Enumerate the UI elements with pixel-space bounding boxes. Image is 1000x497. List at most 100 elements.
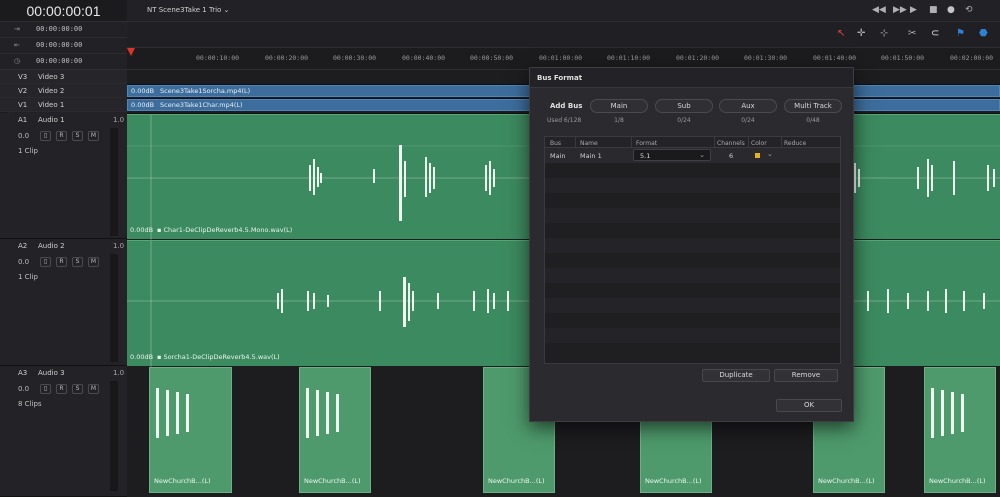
clip-count: 1 Clip (18, 273, 38, 281)
add-main-bus-button[interactable]: Main (590, 99, 648, 113)
record-button[interactable]: R (56, 131, 67, 141)
bus-usage: Used 6/128 (547, 117, 582, 124)
ruler-tick: 00:01:00:00 (539, 54, 583, 62)
clip-name: ▪ Sorcha1-DeClipDeReverb4.5.wav(L) (157, 353, 280, 361)
name-cell[interactable]: Main 1 (580, 152, 602, 160)
lock-button[interactable]: ▯ (40, 384, 51, 394)
in-point-value: 00:00:00:00 (36, 25, 83, 33)
track-name[interactable]: Audio 3 (38, 369, 65, 377)
play-icon[interactable]: ▶ (910, 5, 917, 15)
track-header-a2[interactable]: A2 Audio 2 1.0 0.0 ▯ R S M 1 Clip (0, 239, 127, 366)
flag-icon[interactable]: ⚑ (956, 28, 965, 39)
column-header: Name (580, 140, 598, 147)
solo-button[interactable]: S (72, 131, 83, 141)
track-header-v1[interactable]: V1 Video 1 (0, 98, 127, 112)
add-sub-bus-button[interactable]: Sub (655, 99, 713, 113)
ruler-tick: 00:01:30:00 (744, 54, 788, 62)
loop-icon[interactable]: ⟲ (965, 5, 973, 15)
clip-gain: 0.00dB (131, 101, 155, 109)
trim-tool-icon[interactable]: ⊹ (880, 28, 888, 39)
ruler-tick: 00:00:50:00 (470, 54, 514, 62)
timecode-display: 00:00:00:01 (0, 0, 127, 22)
track-channel-type: 1.0 (113, 242, 125, 250)
add-bus-label: Add Bus (550, 102, 583, 110)
clip-count: 1 Clip (18, 147, 38, 155)
pointer-tool-icon[interactable]: ↖ (837, 28, 845, 39)
column-divider (631, 137, 632, 148)
track-volume[interactable]: 0.0 (18, 385, 40, 395)
snap-icon[interactable]: ⊂ (931, 28, 939, 39)
solo-button[interactable]: S (72, 384, 83, 394)
ruler-tick: 00:00:20:00 (265, 54, 309, 62)
track-header-panel: 00:00:00:01 ⇥ 00:00:00:00 ⇤ 00:00:00:00 … (0, 0, 127, 497)
record-button[interactable]: R (56, 384, 67, 394)
ruler-tick: 00:01:20:00 (676, 54, 720, 62)
stop-icon[interactable]: ■ (929, 5, 938, 15)
clip-name: Scene3Take1Sorcha.mp4(L) (160, 87, 251, 95)
timeline-title[interactable]: NT Scene3Take 1 Trio ⌄ (147, 6, 229, 14)
timeline-top-bar: NT Scene3Take 1 Trio ⌄ ◀◀ ▶▶ ▶ ■ ● ⟲ (127, 0, 1000, 22)
solo-button[interactable]: S (72, 257, 83, 267)
track-name[interactable]: Audio 2 (38, 242, 65, 250)
track-volume[interactable]: 0.0 (18, 132, 40, 142)
dialog-title-bar[interactable]: Bus Format (530, 68, 853, 88)
record-button[interactable]: R (56, 257, 67, 267)
track-name[interactable]: Video 2 (38, 87, 64, 95)
playhead-icon[interactable] (127, 48, 135, 56)
track-name[interactable]: Audio 1 (38, 116, 65, 124)
mute-button[interactable]: M (88, 384, 99, 394)
audio-clip-a3[interactable]: NewChurchB...(L) (299, 367, 371, 493)
audio-clip-a3[interactable]: NewChurchB...(L) (149, 367, 232, 493)
waveform-a3 (156, 388, 189, 438)
lock-button[interactable]: ▯ (40, 257, 51, 267)
channels-cell: 6 (729, 152, 734, 160)
format-select[interactable]: 5.1 ⌄ (633, 149, 711, 161)
add-aux-bus-button[interactable]: Aux (719, 99, 777, 113)
column-header: Reduce (784, 140, 807, 147)
track-name[interactable]: Video 1 (38, 101, 64, 109)
range-tool-icon[interactable]: ✛ (857, 28, 865, 39)
table-row (545, 208, 840, 223)
chevron-down-icon[interactable]: ⌄ (767, 150, 773, 158)
chevron-down-icon[interactable]: ⌄ (224, 6, 230, 14)
track-header-v2[interactable]: V2 Video 2 (0, 84, 127, 98)
track-id: A3 (18, 369, 28, 377)
waveform-a3 (306, 388, 339, 438)
aux-bus-count: 0/24 (741, 117, 755, 124)
track-name[interactable]: Video 3 (38, 73, 64, 81)
table-row (545, 253, 840, 268)
column-header: Bus (550, 140, 562, 147)
rewind-icon[interactable]: ◀◀ (872, 5, 886, 15)
bus-table: Bus Name Format Channels Color Reduce Ma… (544, 136, 841, 364)
clip-gain: 0.00dB (130, 226, 154, 234)
table-row[interactable]: Main Main 1 5.1 ⌄ 6 ⌄ (545, 148, 840, 163)
column-header: Format (636, 140, 658, 147)
audio-meter (110, 254, 118, 362)
record-icon[interactable]: ● (947, 5, 955, 15)
waveform-a3 (931, 388, 964, 438)
ruler-tick: 00:01:50:00 (881, 54, 925, 62)
lock-button[interactable]: ▯ (40, 131, 51, 141)
track-header-v3[interactable]: V3 Video 3 (0, 70, 127, 84)
clip-gain: 0.00dB (131, 87, 155, 95)
track-volume[interactable]: 0.0 (18, 258, 40, 268)
track-header-a1[interactable]: A1 Audio 1 1.0 0.0 ▯ R S M 1 Clip (0, 113, 127, 239)
audio-clip-a3[interactable]: NewChurchB...(L) (924, 367, 996, 493)
duplicate-button[interactable]: Duplicate (702, 369, 770, 382)
remove-button[interactable]: Remove (774, 369, 838, 382)
add-multitrack-bus-button[interactable]: Multi Track (784, 99, 842, 113)
fast-forward-icon[interactable]: ▶▶ (893, 5, 907, 15)
ok-button[interactable]: OK (776, 399, 842, 412)
mute-button[interactable]: M (88, 257, 99, 267)
table-row (545, 283, 840, 298)
in-point-row: ⇥ 00:00:00:00 (0, 22, 127, 38)
clip-gain: 0.00dB (130, 353, 154, 361)
clip-name: NewChurchB...(L) (818, 477, 875, 485)
marker-icon[interactable]: ⬣ (979, 28, 988, 39)
bus-color-swatch[interactable] (755, 153, 760, 158)
table-row (545, 313, 840, 328)
clip-name: NewChurchB...(L) (488, 477, 545, 485)
track-header-a3[interactable]: A3 Audio 3 1.0 0.0 ▯ R S M 8 Clips (0, 366, 127, 497)
razor-tool-icon[interactable]: ✂ (908, 28, 916, 39)
mute-button[interactable]: M (88, 131, 99, 141)
